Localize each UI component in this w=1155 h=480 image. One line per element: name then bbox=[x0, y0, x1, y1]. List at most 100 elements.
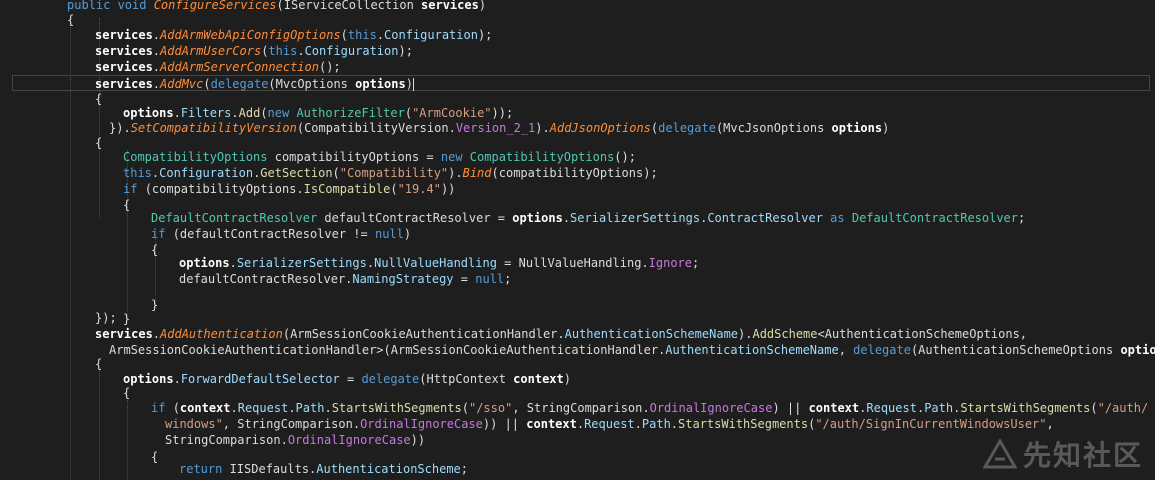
code-token: Path bbox=[641, 417, 671, 431]
code-token: AddArmWebApiConfigOptions bbox=[160, 28, 341, 42]
code-token: )); bbox=[491, 106, 514, 120]
code-token: } bbox=[123, 312, 131, 326]
code-line[interactable]: { bbox=[123, 197, 130, 213]
code-token: . bbox=[173, 372, 181, 386]
code-line[interactable]: options.SerializerSettings.NullValueHand… bbox=[179, 255, 699, 271]
code-line[interactable]: { bbox=[123, 385, 130, 401]
code-line[interactable]: { bbox=[95, 91, 102, 107]
code-line[interactable]: { bbox=[151, 242, 158, 258]
code-token: ( bbox=[332, 166, 340, 180]
code-token: (CompatibilityVersion. bbox=[296, 121, 456, 135]
code-editor[interactable]: public void ConfigureServices(IServiceCo… bbox=[0, 0, 1155, 480]
code-token: if bbox=[151, 227, 173, 241]
code-token: { bbox=[151, 450, 159, 464]
code-token: windows" bbox=[165, 417, 223, 431]
code-line[interactable]: return IISDefaults.AuthenticationScheme; bbox=[179, 461, 468, 477]
code-token: ) bbox=[882, 121, 890, 135]
code-token: ( bbox=[340, 28, 348, 42]
code-line[interactable]: { bbox=[67, 12, 74, 28]
code-line[interactable]: ArmSessionCookieAuthenticationHandler>(A… bbox=[109, 342, 1155, 358]
code-token: options bbox=[123, 372, 174, 386]
code-line[interactable]: options.Filters.Add(new AuthorizeFilter(… bbox=[123, 105, 513, 121]
code-token: ) bbox=[563, 372, 571, 386]
code-token: void bbox=[117, 0, 154, 12]
code-line[interactable]: CompatibilityOptions compatibilityOption… bbox=[123, 149, 636, 165]
code-line[interactable]: public void ConfigureServices(IServiceCo… bbox=[67, 0, 486, 13]
code-line[interactable]: windows", StringComparison.OrdinalIgnore… bbox=[165, 416, 1054, 432]
code-token: IISDefaults. bbox=[229, 462, 317, 476]
code-token: (MvcOptions bbox=[268, 77, 356, 91]
code-line[interactable]: }); bbox=[95, 310, 117, 326]
code-token: . bbox=[173, 106, 181, 120]
code-token: (); bbox=[614, 150, 636, 164]
code-line[interactable]: if (compatibilityOptions.IsCompatible("1… bbox=[123, 181, 455, 197]
code-token: options bbox=[512, 211, 563, 225]
code-token: NullValueHandling bbox=[374, 256, 497, 270]
code-line[interactable]: } bbox=[123, 311, 130, 327]
code-token: ). bbox=[448, 166, 463, 180]
code-token: context bbox=[513, 372, 564, 386]
code-line[interactable]: defaultContractResolver.NamingStrategy =… bbox=[179, 271, 511, 287]
code-token: ConfigureServices bbox=[153, 0, 277, 12]
code-token: (); bbox=[318, 60, 341, 74]
code-token: "ArmCookie" bbox=[412, 106, 492, 120]
code-token: ArmSessionCookieAuthenticationHandler>(A… bbox=[109, 343, 666, 357]
code-token: = NullValueHandling. bbox=[496, 256, 649, 270]
code-token: defaultContractResolver = bbox=[324, 211, 513, 225]
code-token: OrdinalIgnoreCase bbox=[360, 417, 483, 431]
code-line[interactable]: DefaultContractResolver defaultContractR… bbox=[151, 210, 1025, 226]
code-token: { bbox=[67, 13, 75, 27]
code-line[interactable]: { bbox=[151, 449, 158, 465]
code-line[interactable]: services.AddMvc(delegate(MvcOptions opti… bbox=[12, 75, 1150, 91]
code-token: DefaultContractResolver bbox=[151, 211, 325, 225]
code-token: StartsWithSegments bbox=[960, 401, 1091, 415]
code-token: Add bbox=[238, 106, 261, 120]
code-line[interactable]: services.AddArmWebApiConfigOptions(this.… bbox=[95, 27, 492, 43]
code-line[interactable]: { bbox=[95, 356, 102, 372]
code-token: this bbox=[347, 28, 377, 42]
code-token: } bbox=[151, 298, 159, 312]
code-token: . bbox=[288, 401, 296, 415]
text-caret bbox=[412, 78, 414, 91]
code-token: compatibilityOptions = bbox=[274, 150, 441, 164]
code-token: delegate bbox=[853, 343, 911, 357]
code-token: . bbox=[152, 44, 161, 58]
code-token: ) || bbox=[772, 401, 809, 415]
code-token: Configuration bbox=[304, 44, 399, 58]
code-token: ; bbox=[692, 256, 700, 270]
code-token: . bbox=[562, 211, 571, 225]
code-line[interactable]: services.AddAuthentication(ArmSessionCoo… bbox=[95, 326, 1027, 342]
code-token: . bbox=[152, 77, 161, 91]
code-token: )) bbox=[440, 182, 456, 196]
code-token: ) bbox=[405, 77, 413, 91]
code-token: (defaultContractResolver != bbox=[172, 227, 375, 241]
code-token: = bbox=[453, 272, 476, 286]
code-line[interactable]: if (defaultContractResolver != null) bbox=[151, 226, 411, 242]
code-token: public bbox=[67, 0, 118, 12]
xianzhi-logo-icon bbox=[982, 439, 1017, 469]
code-token: SerializerSettings bbox=[570, 211, 701, 225]
code-token: StartsWithSegments bbox=[331, 401, 462, 415]
code-token: . bbox=[229, 256, 237, 270]
code-token: Bind bbox=[462, 166, 492, 180]
code-line[interactable]: } bbox=[151, 297, 158, 313]
code-line[interactable]: services.AddArmUserCors(this.Configurati… bbox=[95, 43, 413, 59]
code-token: ( bbox=[260, 106, 268, 120]
code-token: "/auth/SignInCurrentWindowsUser" bbox=[815, 417, 1047, 431]
code-token: Filters bbox=[180, 106, 232, 120]
code-token: <AuthenticationSchemeOptions, bbox=[817, 327, 1028, 341]
code-token: this bbox=[123, 166, 152, 180]
code-token: new bbox=[440, 150, 470, 164]
code-line[interactable]: options.ForwardDefaultSelector = delegat… bbox=[123, 371, 571, 387]
code-line[interactable]: { bbox=[95, 135, 102, 151]
code-token: , bbox=[838, 343, 854, 357]
code-token: CompatibilityOptions bbox=[469, 150, 615, 164]
code-line[interactable]: }).SetCompatibilityVersion(Compatibility… bbox=[109, 120, 889, 136]
code-token: (HttpContext bbox=[419, 372, 514, 386]
code-line[interactable]: services.AddArmServerConnection(); bbox=[95, 59, 341, 75]
code-line[interactable]: this.Configuration.GetSection("Compatibi… bbox=[123, 165, 658, 181]
code-token: , StringComparison. bbox=[512, 401, 650, 415]
code-token: . bbox=[297, 44, 305, 58]
code-line[interactable]: StringComparison.OrdinalIgnoreCase)) bbox=[165, 432, 425, 448]
code-line[interactable]: if (context.Request.Path.StartsWithSegme… bbox=[151, 400, 1148, 416]
